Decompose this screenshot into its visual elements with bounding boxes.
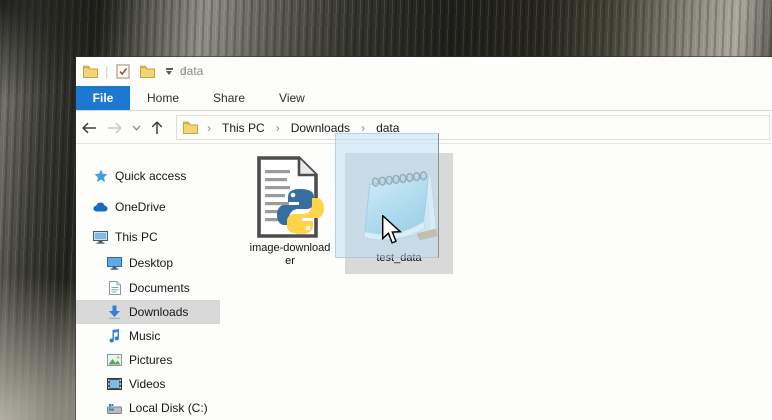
back-button[interactable]	[76, 115, 102, 141]
pictures-icon	[107, 353, 122, 368]
sidebar-item-label: Downloads	[129, 305, 189, 319]
window-title: data	[180, 64, 204, 78]
sidebar-item-onedrive[interactable]: OneDrive	[76, 195, 220, 219]
explorer-folder-button[interactable]	[81, 63, 99, 80]
breadcrumb-separator: ›	[275, 120, 280, 135]
file-label: image-download er	[249, 242, 331, 267]
ribbon-tab-bar: File Home Share View	[76, 86, 772, 111]
file-list-area[interactable]: image-download er test_data	[220, 146, 772, 420]
breadcrumb-this-pc[interactable]: This PC	[220, 121, 267, 135]
breadcrumb-separator: ›	[207, 120, 211, 135]
forward-arrow-icon	[108, 122, 122, 133]
forward-button[interactable]	[102, 115, 128, 141]
sidebar-item-this-pc[interactable]: This PC	[76, 225, 220, 249]
tab-home[interactable]: Home	[130, 86, 196, 110]
properties-button[interactable]	[114, 63, 132, 80]
disk-icon	[107, 401, 122, 416]
chevron-down-icon	[166, 70, 173, 75]
chevron-down-icon	[132, 125, 140, 131]
star-icon	[93, 169, 108, 184]
sidebar-item-local-disk[interactable]: Local Disk (C:)	[76, 396, 220, 420]
up-button[interactable]	[144, 115, 170, 141]
music-note-icon	[107, 329, 122, 344]
sidebar-item-documents[interactable]: Documents	[76, 276, 220, 300]
caret-bar	[165, 68, 173, 70]
tab-share[interactable]: Share	[196, 86, 262, 110]
sidebar-item-label: Documents	[129, 281, 190, 295]
desktop-icon	[107, 256, 122, 271]
tab-view[interactable]: View	[262, 86, 322, 110]
sidebar-item-label: Videos	[129, 377, 166, 391]
document-icon	[107, 281, 122, 296]
cursor-arrow	[381, 215, 403, 245]
navigation-pane: Quick access OneDrive This PC Desktop Do…	[76, 146, 220, 420]
cloud-icon	[93, 200, 108, 215]
up-arrow-icon	[151, 121, 163, 134]
sidebar-item-desktop[interactable]: Desktop	[76, 251, 220, 275]
sidebar-item-downloads[interactable]: Downloads	[76, 300, 220, 324]
sidebar-item-label: This PC	[115, 230, 158, 244]
new-folder-button[interactable]	[138, 63, 156, 80]
qat-separator: |	[105, 63, 109, 79]
videos-icon	[107, 377, 122, 392]
sidebar-item-label: OneDrive	[115, 200, 166, 214]
folder-icon	[183, 121, 198, 134]
python-file-icon	[257, 156, 324, 238]
nav-buttons	[76, 111, 170, 144]
sidebar-item-music[interactable]: Music	[76, 324, 220, 348]
sidebar-item-videos[interactable]: Videos	[76, 372, 220, 396]
computer-icon	[93, 230, 108, 245]
recent-locations-button[interactable]	[128, 115, 144, 141]
customize-qat-button[interactable]	[162, 68, 176, 75]
address-bar[interactable]: › This PC › Downloads › data	[176, 115, 770, 140]
new-folder-icon	[139, 65, 155, 78]
sidebar-item-label: Desktop	[129, 256, 174, 270]
back-arrow-icon	[82, 122, 96, 133]
tab-file[interactable]: File	[76, 86, 130, 110]
quick-access-toolbar: | |	[81, 63, 186, 80]
sidebar-item-label: Music	[129, 329, 161, 343]
file-image-downloader[interactable]: image-download er	[242, 155, 338, 268]
sidebar-item-label: Quick access	[115, 169, 187, 183]
sidebar-item-pictures[interactable]: Pictures	[76, 348, 220, 372]
sidebar-item-quick-access[interactable]: Quick access	[76, 164, 220, 188]
properties-check-icon	[116, 64, 130, 79]
sidebar-item-label: Pictures	[129, 353, 173, 367]
explorer-window: | | data File Home Share View › This PC …	[76, 57, 772, 420]
title-bar: | | data	[76, 57, 772, 86]
sidebar-item-label: Local Disk (C:)	[129, 401, 208, 415]
folder-icon	[82, 65, 98, 78]
download-arrow-icon	[107, 305, 122, 320]
